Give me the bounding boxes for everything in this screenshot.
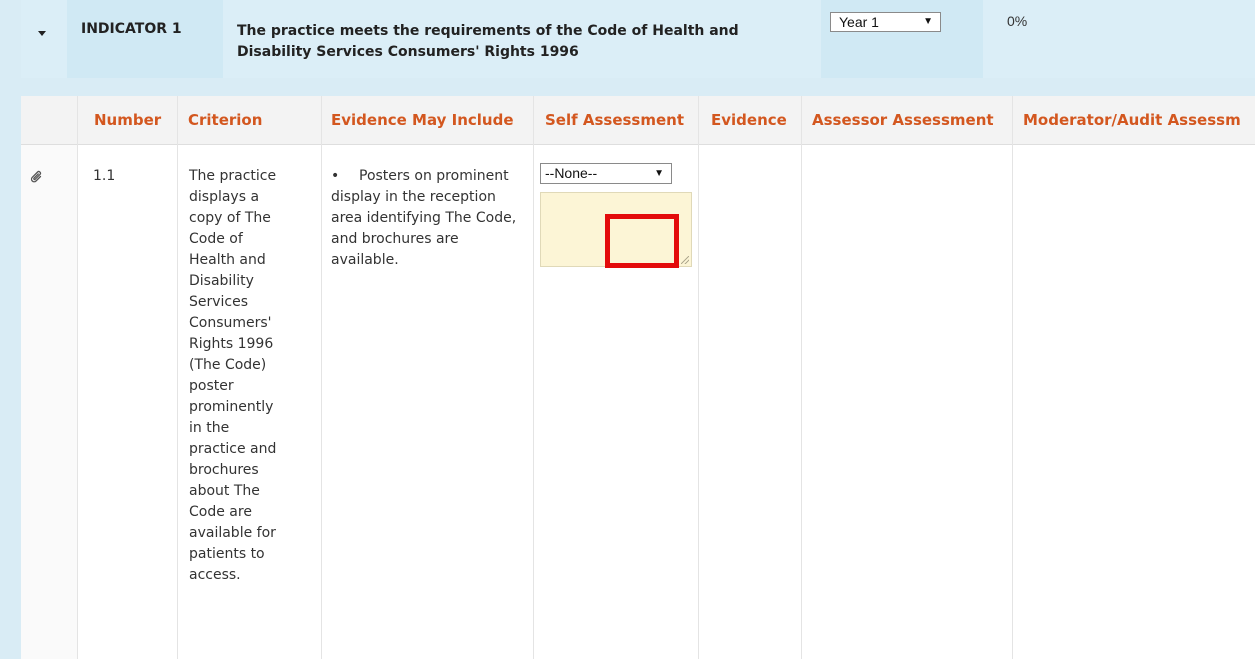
triangle-down-icon: ▼ (654, 168, 664, 179)
column-divider (533, 96, 534, 659)
indicator-year-cell: Year 1 ▼ (821, 0, 983, 78)
row-number: 1.1 (93, 168, 116, 184)
column-divider (77, 96, 78, 659)
highlight-box (605, 214, 679, 268)
resize-handle-icon[interactable] (681, 256, 689, 264)
row-evidence-may-include: Posters on prominent display in the rece… (331, 168, 517, 268)
column-header-criterion[interactable]: Criterion (188, 111, 262, 129)
column-divider (698, 96, 699, 659)
indicator-panel: INDICATOR 1 The practice meets the requi… (0, 0, 1255, 659)
indicator-title: The practice meets the requirements of t… (237, 23, 739, 60)
indicator-percent: 0% (1007, 13, 1028, 29)
indicator-percent-cell: 0% (983, 0, 1255, 78)
column-header-evidence[interactable]: Evidence (711, 111, 787, 129)
column-header-moderator-assessment[interactable]: Moderator/Audit Assessm (1023, 111, 1241, 129)
self-assessment-select[interactable]: --None-- ▼ (540, 163, 672, 184)
column-header-self-assessment[interactable]: Self Assessment (545, 111, 684, 129)
indicator-code: INDICATOR 1 (81, 21, 182, 37)
column-divider (321, 96, 322, 659)
column-header-assessor-assessment[interactable]: Assessor Assessment (812, 111, 994, 129)
year-select-value: Year 1 (839, 14, 879, 30)
caret-down-icon (38, 31, 46, 36)
table-header-row: Number Criterion Evidence May Include Se… (21, 96, 1255, 145)
indicator-toggle[interactable] (21, 0, 67, 78)
paperclip-icon[interactable] (30, 170, 44, 184)
column-divider (801, 96, 802, 659)
column-divider (1012, 96, 1013, 659)
column-divider (177, 96, 178, 659)
triangle-down-icon: ▼ (923, 16, 933, 27)
column-header-evidence-may-include[interactable]: Evidence May Include (331, 111, 514, 129)
row-criterion: The practice displays a copy of The Code… (189, 168, 277, 583)
indicator-title-cell: The practice meets the requirements of t… (223, 0, 821, 78)
row-icon-cell (21, 145, 77, 659)
self-assessment-select-value: --None-- (545, 165, 598, 181)
column-header-number[interactable]: Number (94, 111, 161, 129)
year-select[interactable]: Year 1 ▼ (830, 12, 941, 32)
indicator-code-cell: INDICATOR 1 (67, 0, 223, 78)
